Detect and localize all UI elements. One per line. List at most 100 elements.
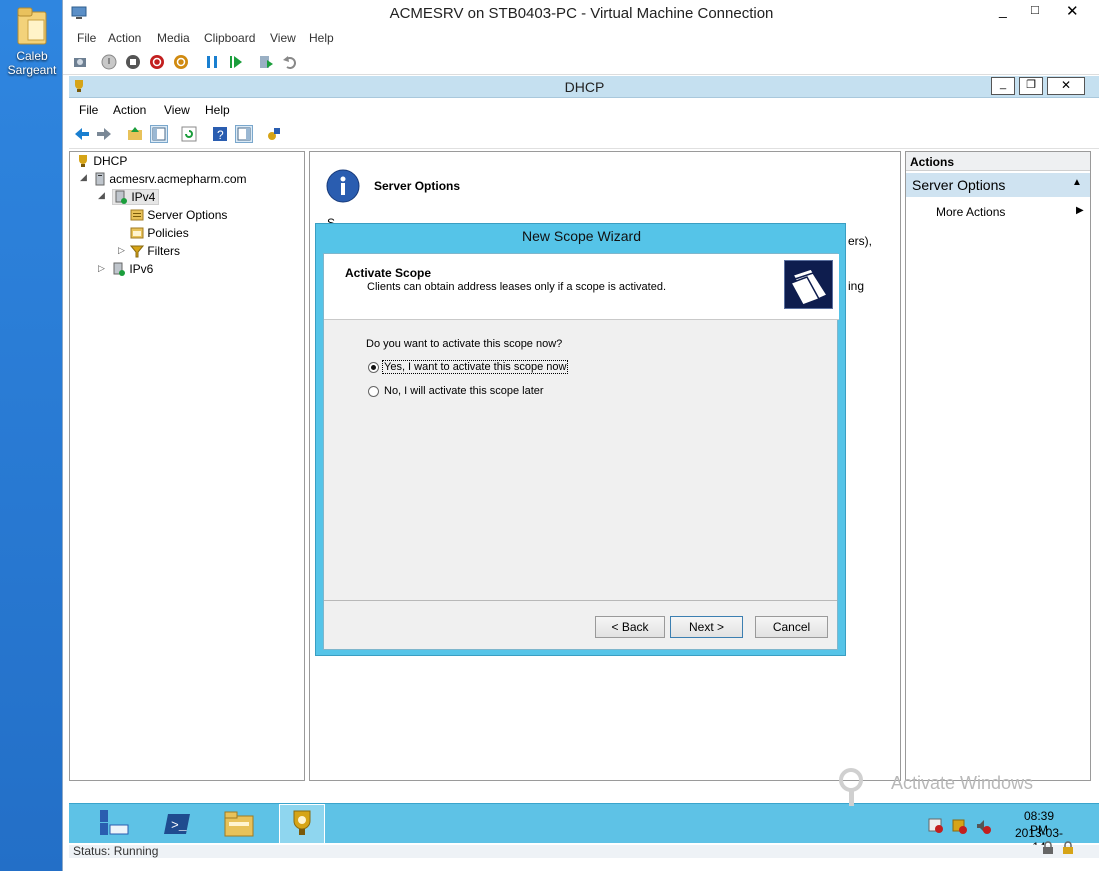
vm-menu-clipboard[interactable]: Clipboard — [204, 31, 255, 45]
vm-toolbar — [63, 49, 1099, 75]
tree-node-policies[interactable]: Policies — [130, 226, 189, 240]
file-explorer-icon[interactable] — [219, 808, 259, 840]
tree-node-dhcp[interactable]: DHCP — [76, 154, 127, 168]
network-warning-icon[interactable] — [928, 818, 944, 837]
ipv6-icon — [113, 262, 125, 276]
vm-status-text: Status: Running — [73, 844, 159, 858]
option-activate-now-label[interactable]: Yes, I want to activate this scope now — [381, 360, 569, 374]
radio-activate-later[interactable] — [368, 386, 379, 397]
results-partial-text-right-2: ing — [848, 279, 865, 293]
ctrl-alt-del-icon[interactable] — [71, 53, 89, 71]
expander-filters-icon[interactable]: ▷ — [118, 245, 125, 256]
tree-label-ipv4: IPv4 — [131, 190, 156, 204]
show-hide-action-pane-icon[interactable] — [235, 125, 253, 143]
submenu-arrow-icon: ▶ — [1076, 205, 1084, 216]
cancel-button[interactable]: Cancel — [755, 616, 828, 638]
expander-ipv6-icon[interactable]: ▷ — [98, 263, 105, 274]
dhcp-minimize-button[interactable]: _ — [991, 77, 1015, 95]
next-button[interactable]: Next > — [670, 616, 743, 638]
tree-node-ipv4[interactable]: IPv4 — [112, 189, 160, 205]
tree-node-filters[interactable]: Filters — [129, 244, 180, 258]
refresh-icon[interactable] — [180, 125, 198, 143]
results-partial-text-right-1: ers), — [848, 234, 872, 248]
actions-section-server-options[interactable]: Server Options ▲ — [906, 173, 1090, 197]
pause-icon[interactable] — [203, 53, 221, 71]
vm-menu-file[interactable]: File — [77, 31, 96, 45]
vm-titlebar: ACMESRV on STB0403-PC - Virtual Machine … — [63, 0, 1099, 28]
server-manager-icon[interactable] — [93, 808, 133, 840]
checkpoint-icon[interactable] — [257, 53, 275, 71]
vm-menu-action[interactable]: Action — [108, 31, 141, 45]
vm-menu-media[interactable]: Media — [157, 31, 190, 45]
wizard-title: New Scope Wizard — [521, 228, 642, 244]
more-actions-label: More Actions — [936, 205, 1006, 219]
desktop-icon-label-1: Caleb — [16, 49, 48, 63]
collapse-up-icon: ▲ — [1072, 177, 1082, 188]
dhcp-toolbar: ? — [69, 121, 1099, 149]
tree-node-server[interactable]: acmesrv.acmepharm.com — [94, 172, 247, 186]
back-arrow-icon[interactable] — [73, 125, 91, 143]
vm-status-bar: Status: Running — [69, 841, 1099, 858]
wizard-header: Activate Scope Clients can obtain addres… — [324, 254, 839, 320]
turn-off-icon[interactable] — [124, 53, 142, 71]
forward-arrow-icon[interactable] — [95, 125, 113, 143]
action-center-icon[interactable] — [951, 818, 967, 837]
vm-minimize-button[interactable]: _ — [999, 2, 1007, 18]
power-icon[interactable] — [172, 53, 190, 71]
tree-label-server: acmesrv.acmepharm.com — [109, 172, 247, 186]
dhcp-menu-help[interactable]: Help — [205, 103, 230, 117]
server-icon — [95, 172, 105, 186]
dhcp-menu-file[interactable]: File — [79, 103, 98, 117]
wizard-subheading: Clients can obtain address leases only i… — [367, 281, 666, 293]
vm-close-button[interactable]: ✕ — [1066, 2, 1079, 20]
activate-windows-watermark: Activate Windows — [891, 773, 1034, 793]
vm-menu-help[interactable]: Help — [309, 31, 334, 45]
shutdown-icon[interactable] — [148, 53, 166, 71]
radio-activate-now[interactable] — [368, 362, 379, 373]
server-options-icon — [130, 209, 144, 221]
svg-text:?: ? — [217, 128, 224, 142]
tree-label-dhcp: DHCP — [93, 154, 128, 168]
watermark-key-icon — [837, 766, 881, 813]
wizard-folders-icon — [784, 260, 833, 309]
wizard-heading: Activate Scope — [345, 266, 432, 280]
dhcp-menu-action[interactable]: Action — [113, 103, 146, 117]
tree-label-server-options: Server Options — [147, 208, 228, 222]
expander-ipv4-icon[interactable]: ◢ — [98, 190, 105, 201]
powershell-icon[interactable]: >_ — [157, 808, 197, 840]
actions-header: Actions — [906, 152, 1090, 171]
guest-screen: DHCP _ ❐ ✕ File Action View Help ? DHCP — [69, 76, 1099, 858]
back-button[interactable]: < Back — [595, 616, 665, 638]
start-icon[interactable] — [100, 53, 118, 71]
tree-node-server-options[interactable]: Server Options — [130, 208, 227, 222]
help-icon[interactable]: ? — [211, 125, 229, 143]
show-hide-tree-icon[interactable] — [150, 125, 168, 143]
dhcp-titlebar: DHCP _ ❐ ✕ — [69, 76, 1099, 98]
actions-section-label: Server Options — [912, 177, 1006, 193]
wizard-body: Activate Scope Clients can obtain addres… — [323, 253, 839, 650]
dhcp-close-button[interactable]: ✕ — [1047, 77, 1085, 95]
expander-server-icon[interactable]: ◢ — [80, 172, 87, 183]
more-actions-item[interactable]: More Actions ▶ — [936, 205, 1086, 219]
dhcp-window-title: DHCP — [564, 79, 605, 95]
dhcp-restore-button[interactable]: ❐ — [1019, 77, 1043, 95]
vm-connection-window: ACMESRV on STB0403-PC - Virtual Machine … — [62, 0, 1099, 871]
option-activate-later-label[interactable]: No, I will activate this scope later — [384, 385, 544, 397]
svg-text:>_: >_ — [171, 818, 187, 833]
actions-pane: Actions Server Options ▲ More Actions ▶ — [905, 151, 1091, 781]
revert-icon[interactable] — [281, 53, 299, 71]
guest-taskbar: >_ 08:39 PM 2013-03-14 — [69, 803, 1099, 854]
tree-node-ipv6[interactable]: IPv6 — [112, 262, 153, 276]
dhcp-menu-view[interactable]: View — [164, 103, 190, 117]
vm-menu-view[interactable]: View — [270, 31, 296, 45]
properties-icon[interactable] — [265, 125, 283, 143]
vm-maximize-button[interactable]: □ — [1031, 2, 1039, 17]
volume-muted-icon[interactable] — [975, 818, 991, 837]
mouse-lock-icon — [1061, 841, 1075, 858]
desktop-user-folder[interactable]: Caleb Sargeant — [2, 4, 62, 88]
dhcp-taskbar-icon[interactable] — [279, 804, 325, 844]
resume-icon[interactable] — [227, 53, 245, 71]
desktop-icon-label-2: Sargeant — [7, 63, 57, 77]
vm-menubar: File Action Media Clipboard View Help — [63, 28, 1099, 49]
up-folder-icon[interactable] — [126, 125, 144, 143]
